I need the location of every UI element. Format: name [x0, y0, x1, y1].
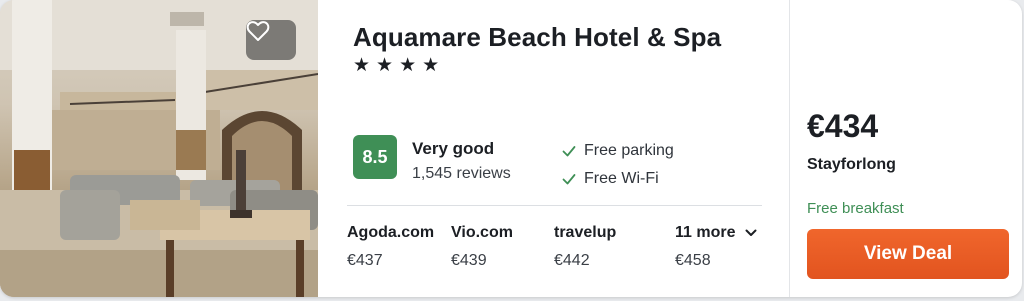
amenity-free-parking: Free parking: [562, 142, 674, 160]
offer-price: €439: [451, 252, 487, 269]
offer-site: travelup: [554, 224, 617, 241]
star-icon: ★: [376, 55, 394, 76]
amenity-label: Free Wi-Fi: [584, 170, 659, 187]
offer-site: Vio.com: [451, 224, 513, 241]
review-count[interactable]: 1,545 reviews: [412, 165, 511, 183]
deal-price: €434: [807, 108, 879, 144]
rating-score-badge: 8.5: [353, 135, 397, 179]
amenity-label: Free parking: [584, 142, 674, 159]
deal-provider: Stayforlong: [807, 156, 896, 173]
offer-price: €437: [347, 252, 383, 269]
favorite-button[interactable]: [246, 20, 296, 60]
deal-panel-separator: [789, 0, 790, 297]
more-offers-dropdown[interactable]: 11 more €458: [675, 224, 757, 270]
rating-label: Very good: [412, 139, 495, 158]
more-offers-label: 11 more: [675, 224, 757, 242]
star-icon: ★: [399, 55, 417, 76]
star-rating: ★ ★ ★ ★: [353, 56, 439, 76]
star-icon: ★: [353, 55, 371, 76]
offer-price: €442: [554, 252, 590, 269]
view-deal-button[interactable]: View Deal: [807, 229, 1009, 279]
hotel-photo[interactable]: [0, 0, 318, 297]
offer-price: €458: [675, 252, 711, 269]
more-offers-text: 11 more: [675, 224, 736, 241]
offer-travelup[interactable]: travelup €442: [554, 224, 616, 270]
deal-perk: Free breakfast: [807, 200, 904, 217]
hotel-result-card[interactable]: Aquamare Beach Hotel & Spa ★ ★ ★ ★ 8.5 V…: [0, 0, 1022, 297]
check-icon: [562, 174, 576, 185]
check-icon: [562, 146, 576, 157]
hotel-name[interactable]: Aquamare Beach Hotel & Spa: [353, 22, 721, 53]
chevron-down-icon: [745, 229, 757, 236]
offer-vio[interactable]: Vio.com €439: [451, 224, 513, 270]
amenity-free-wifi: Free Wi-Fi: [562, 170, 659, 188]
offers-divider: [347, 205, 762, 206]
heart-icon: [246, 21, 270, 41]
offer-agoda[interactable]: Agoda.com €437: [347, 224, 434, 270]
star-icon: ★: [422, 55, 440, 76]
offer-site: Agoda.com: [347, 224, 435, 241]
